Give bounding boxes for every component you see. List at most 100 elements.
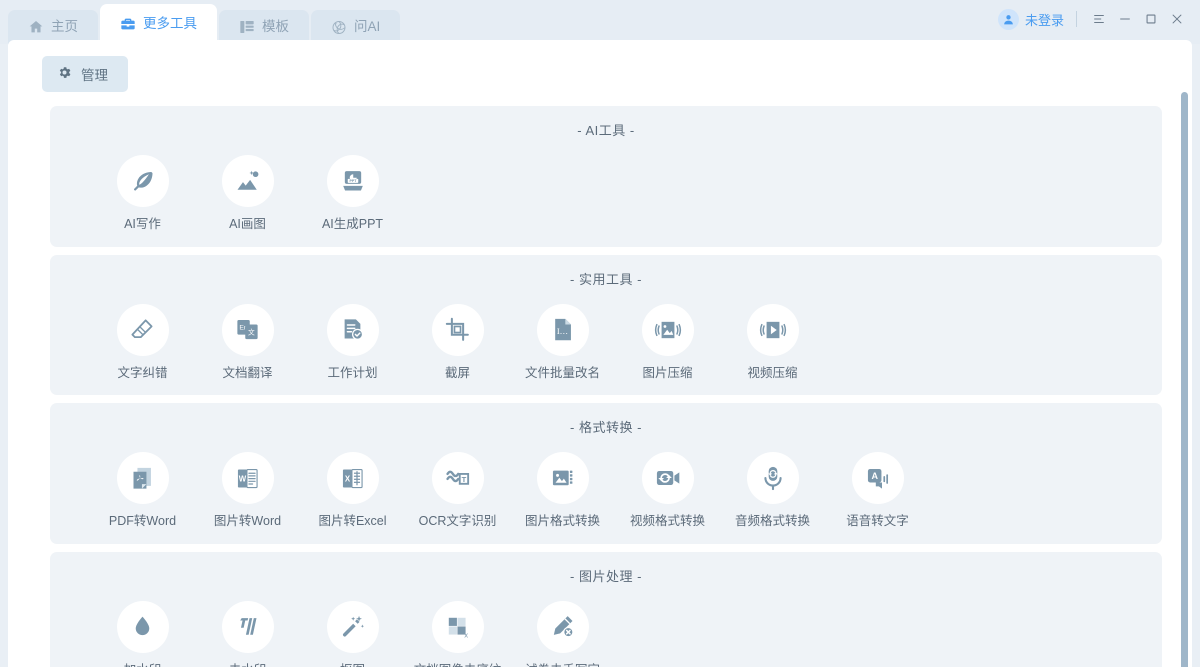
eraser-icon xyxy=(117,304,169,356)
tool-grid: AI写作 AI画图 PPTAI生成PPT xyxy=(50,143,1162,231)
tab-label: 主页 xyxy=(51,20,78,34)
translate-icon: En文 xyxy=(222,304,274,356)
audio-format-icon xyxy=(747,452,799,504)
tool-label: PDF转Word xyxy=(109,515,176,528)
tool-sections-scroll-area: - AI工具 - AI写作 AI画图 PPTAI生成PPT - 实用工具 - 文字纠错 En… xyxy=(8,92,1192,667)
home-icon xyxy=(28,19,44,35)
tool-item[interactable]: PDF转Word xyxy=(90,452,195,528)
remove-watermark-icon xyxy=(222,601,274,653)
avatar xyxy=(998,9,1019,30)
word-doc-icon: W xyxy=(222,452,274,504)
tool-item[interactable]: 加水印 xyxy=(90,601,195,667)
tool-label: 图片转Excel xyxy=(318,515,386,528)
tool-item[interactable]: 试卷去手写字 xyxy=(510,601,615,667)
tool-label: AI画图 xyxy=(229,218,266,231)
ppt-icon: PPT xyxy=(327,155,379,207)
speech-to-text-icon: A xyxy=(852,452,904,504)
manage-button[interactable]: 管理 xyxy=(42,56,128,92)
pdf-to-word-icon xyxy=(117,452,169,504)
tool-label: 截屏 xyxy=(445,367,470,380)
title-bar: 主页 更多工具 模板 问AI 未登录 xyxy=(0,0,1200,44)
tool-section: - 图片处理 - 加水印 去水印 抠图 x 文档图像去底纹 试卷去手写字 xyxy=(50,552,1162,667)
tool-item[interactable]: 去水印 xyxy=(195,601,300,667)
tool-grid: 文字纠错 En文文档翻译工作计划截屏 I…文件批量改名图片压缩 视频压缩 xyxy=(50,292,1162,380)
tool-label: 文档图像去底纹 xyxy=(414,664,502,667)
tool-item[interactable]: x 文档图像去底纹 xyxy=(405,601,510,667)
excel-doc-icon: X xyxy=(327,452,379,504)
section-title: - 实用工具 - xyxy=(50,269,1162,288)
scrollbar-thumb[interactable] xyxy=(1181,92,1188,667)
toolbar-row: 管理 xyxy=(8,40,1192,92)
video-format-icon xyxy=(642,452,694,504)
tool-label: 文件批量改名 xyxy=(525,367,600,380)
gear-icon xyxy=(57,65,72,83)
tool-label: 图片压缩 xyxy=(642,367,692,380)
tool-item[interactable]: 视频格式转换 xyxy=(615,452,720,528)
tool-item[interactable]: 抠图 xyxy=(300,601,405,667)
tab-2[interactable]: 更多工具 xyxy=(100,4,217,44)
tool-item[interactable]: T OCR文字识别 xyxy=(405,452,510,528)
tool-section: - AI工具 - AI写作 AI画图 PPTAI生成PPT xyxy=(50,106,1162,247)
tool-item[interactable]: PPTAI生成PPT xyxy=(300,155,405,231)
tab-4[interactable]: 问AI xyxy=(311,10,400,44)
tool-item[interactable]: 文字纠错 xyxy=(90,304,195,380)
tool-item[interactable]: AI写作 xyxy=(90,155,195,231)
tool-item[interactable]: En文文档翻译 xyxy=(195,304,300,380)
svg-text:A: A xyxy=(871,471,878,481)
checklist-icon xyxy=(327,304,379,356)
close-button[interactable] xyxy=(1164,6,1190,32)
account-label: 未登录 xyxy=(1025,10,1064,29)
tool-item[interactable]: I…文件批量改名 xyxy=(510,304,615,380)
tool-label: 去水印 xyxy=(229,664,267,667)
tool-item[interactable]: 音频格式转换 xyxy=(720,452,825,528)
tab-1[interactable]: 主页 xyxy=(8,10,98,44)
account-button[interactable]: 未登录 xyxy=(998,9,1064,30)
minimize-button[interactable] xyxy=(1112,6,1138,32)
crop-icon xyxy=(432,304,484,356)
tab-strip: 主页 更多工具 模板 问AI xyxy=(0,0,402,44)
maximize-button[interactable] xyxy=(1138,6,1164,32)
tool-item[interactable]: 截屏 xyxy=(405,304,510,380)
tool-item[interactable]: X 图片转Excel xyxy=(300,452,405,528)
section-title: - AI工具 - xyxy=(50,120,1162,139)
tab-3[interactable]: 模板 xyxy=(219,10,309,44)
tool-label: 文字纠错 xyxy=(117,367,167,380)
tool-item[interactable]: A 语音转文字 xyxy=(825,452,930,528)
tool-item[interactable]: 图片压缩 xyxy=(615,304,720,380)
tab-label: 问AI xyxy=(354,20,380,34)
tool-grid: PDF转Word W图片转Word X 图片转Excel T OCR文字识别 图片格式转换 视… xyxy=(50,440,1162,528)
tool-grid: 加水印 去水印 抠图 x 文档图像去底纹 试卷去手写字 xyxy=(50,589,1162,667)
water-drop-icon xyxy=(117,601,169,653)
svg-text:文: 文 xyxy=(248,327,255,336)
remove-shading-icon: x xyxy=(432,601,484,653)
menu-button[interactable] xyxy=(1086,6,1112,32)
template-icon xyxy=(239,19,255,35)
manage-label: 管理 xyxy=(81,64,108,84)
svg-text:W: W xyxy=(239,474,247,483)
ocr-icon: T xyxy=(432,452,484,504)
svg-text:X: X xyxy=(345,474,351,483)
tool-label: 语音转文字 xyxy=(846,515,909,528)
tool-label: 视频格式转换 xyxy=(630,515,705,528)
magic-wand-icon xyxy=(327,601,379,653)
tool-item[interactable]: 图片格式转换 xyxy=(510,452,615,528)
tool-label: AI写作 xyxy=(124,218,161,231)
video-compress-icon xyxy=(747,304,799,356)
tool-item[interactable]: W图片转Word xyxy=(195,452,300,528)
control-divider xyxy=(1076,11,1077,27)
tool-label: OCR文字识别 xyxy=(419,515,497,528)
tool-item[interactable]: 视频压缩 xyxy=(720,304,825,380)
image-format-icon xyxy=(537,452,589,504)
svg-text:T: T xyxy=(461,475,466,484)
section-title: - 图片处理 - xyxy=(50,566,1162,585)
ai-spiral-icon xyxy=(331,19,347,35)
tool-label: 图片格式转换 xyxy=(525,515,600,528)
tool-item[interactable]: AI画图 xyxy=(195,155,300,231)
image-ai-icon xyxy=(222,155,274,207)
tool-label: 加水印 xyxy=(124,664,162,667)
tab-label: 更多工具 xyxy=(143,17,197,31)
remove-handwriting-icon xyxy=(537,601,589,653)
tool-label: 视频压缩 xyxy=(747,367,797,380)
tool-item[interactable]: 工作计划 xyxy=(300,304,405,380)
tool-label: 音频格式转换 xyxy=(735,515,810,528)
